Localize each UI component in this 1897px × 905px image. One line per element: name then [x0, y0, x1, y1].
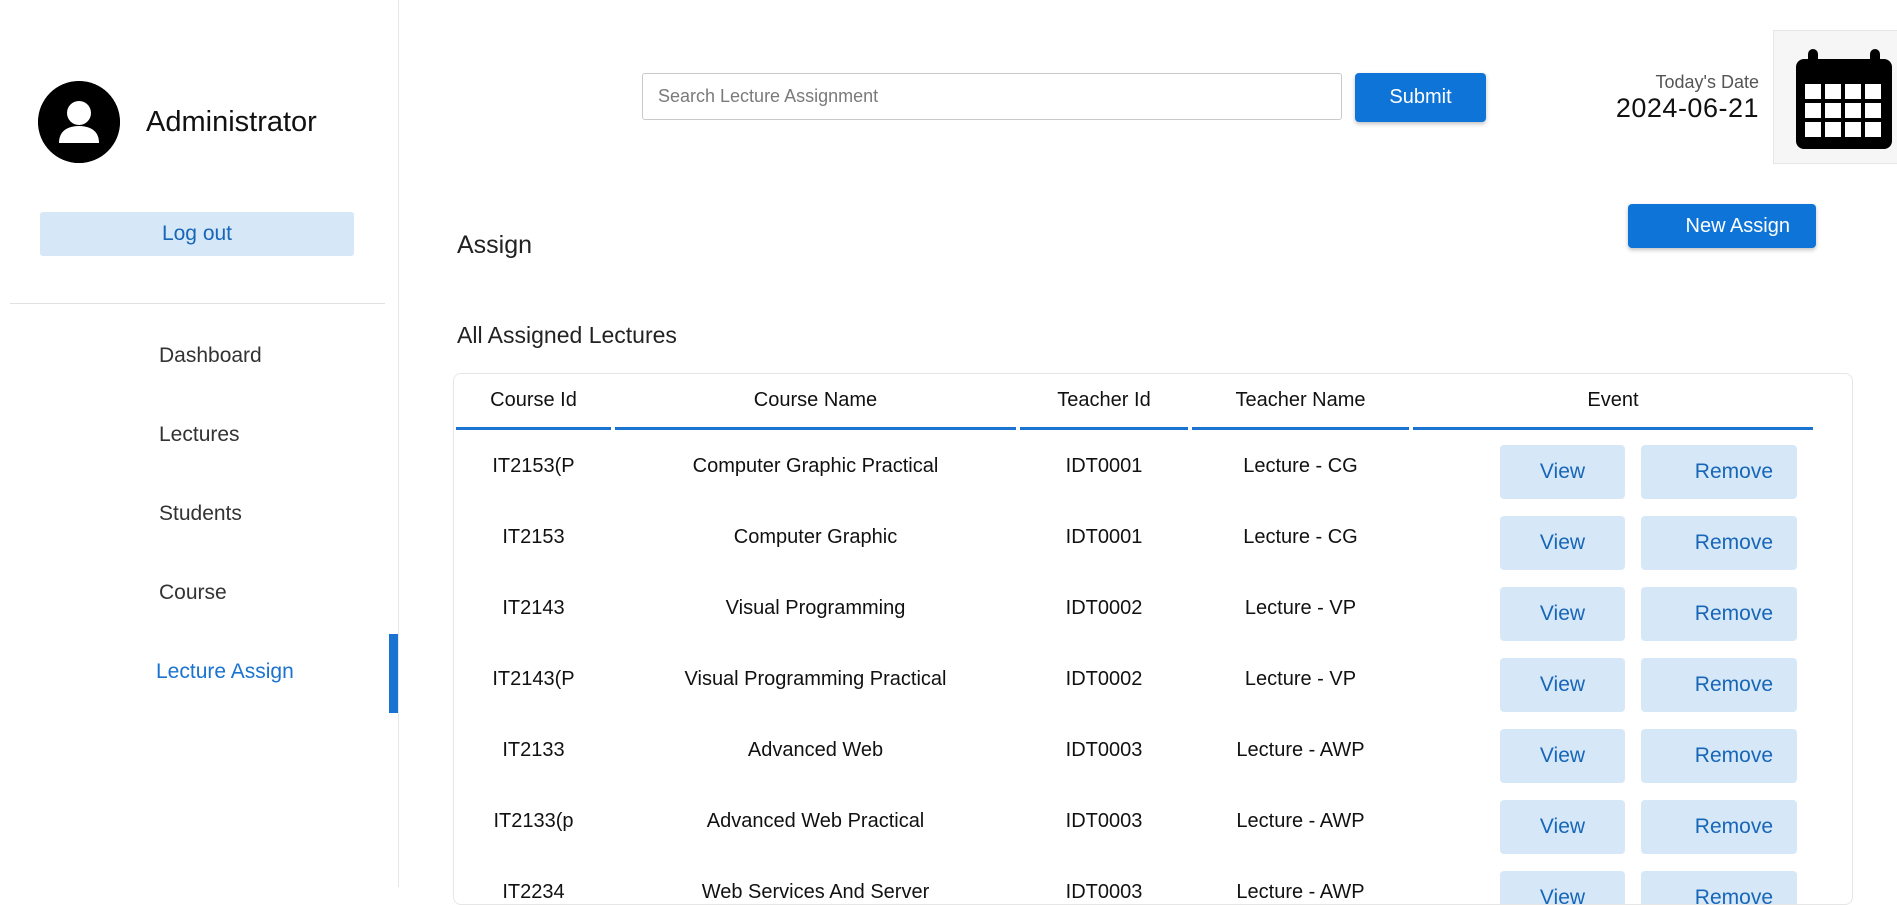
date-label: Today's Date	[1655, 72, 1760, 92]
remove-button[interactable]: Remove	[1641, 587, 1797, 641]
table-row: IT2143 Visual Programming IDT0002 Lectur…	[454, 573, 1852, 644]
cell-teacher-id: IDT0002	[1065, 668, 1143, 690]
view-button[interactable]: View	[1500, 729, 1625, 783]
table-row: IT2153(P Computer Graphic Practical IDT0…	[454, 431, 1852, 502]
column-header-teacher-name: Teacher Name	[1192, 374, 1409, 430]
cell-teacher-name: Lecture - AWP	[1236, 810, 1365, 832]
column-header-teacher-id: Teacher Id	[1020, 374, 1188, 430]
cell-course-name: Visual Programming Practical	[684, 668, 947, 690]
table-row: IT2143(P Visual Programming Practical ID…	[454, 644, 1852, 715]
cell-course-name: Advanced Web	[747, 739, 884, 761]
cell-course-name: Web Services And Server	[701, 881, 930, 903]
table-row: IT2133(p Advanced Web Practical IDT0003 …	[454, 786, 1852, 857]
search-input[interactable]	[642, 73, 1342, 120]
view-button[interactable]: View	[1500, 800, 1625, 854]
user-role: Administrator	[146, 106, 317, 138]
column-header-course-id: Course Id	[456, 374, 611, 430]
sidebar-item-students[interactable]: Students	[159, 502, 242, 526]
assigned-lectures-table: Course Id Course Name Teacher Id Teacher…	[453, 373, 1853, 905]
table-row: IT2153 Computer Graphic IDT0001 Lecture …	[454, 502, 1852, 573]
cell-course-name: Visual Programming	[725, 597, 906, 619]
cell-teacher-name: Lecture - CG	[1243, 455, 1358, 477]
user-avatar-icon	[38, 81, 120, 163]
column-header-course-name: Course Name	[615, 374, 1016, 430]
cell-teacher-name: Lecture - AWP	[1236, 881, 1365, 903]
table-row: IT2133 Advanced Web IDT0003 Lecture - AW…	[454, 715, 1852, 786]
view-button[interactable]: View	[1500, 658, 1625, 712]
cell-course-id: IT2153(P	[492, 455, 575, 477]
cell-course-id: IT2143	[502, 597, 565, 619]
remove-button[interactable]: Remove	[1641, 516, 1797, 570]
submit-button[interactable]: Submit	[1355, 73, 1486, 122]
date-value: 2024-06-21	[1615, 93, 1759, 123]
cell-course-id: IT2133	[502, 739, 565, 761]
cell-teacher-id: IDT0001	[1065, 526, 1143, 548]
table-header: Course Id Course Name Teacher Id Teacher…	[454, 374, 1852, 430]
cell-teacher-id: IDT0003	[1065, 739, 1143, 761]
sidebar-item-dashboard[interactable]: Dashboard	[159, 344, 262, 368]
cell-teacher-id: IDT0003	[1065, 810, 1143, 832]
view-button[interactable]: View	[1500, 871, 1625, 904]
remove-button[interactable]: Remove	[1641, 445, 1797, 499]
remove-button[interactable]: Remove	[1641, 658, 1797, 712]
page-title: Assign	[457, 231, 533, 259]
cell-course-name: Computer Graphic	[733, 526, 898, 548]
sidebar-item-lectures[interactable]: Lectures	[159, 423, 240, 447]
cell-teacher-name: Lecture - AWP	[1236, 739, 1365, 761]
cell-teacher-name: Lecture - VP	[1244, 597, 1357, 619]
remove-button[interactable]: Remove	[1641, 729, 1797, 783]
sidebar-divider	[10, 303, 385, 304]
table-row: IT2234 Web Services And Server IDT0003 L…	[454, 857, 1852, 904]
section-title: All Assigned Lectures	[457, 322, 677, 348]
new-assign-button[interactable]: New Assign	[1628, 204, 1816, 248]
sidebar-item-course[interactable]: Course	[159, 581, 227, 605]
calendar-widget[interactable]	[1773, 30, 1897, 164]
active-nav-indicator	[389, 634, 398, 713]
cell-teacher-id: IDT0001	[1065, 455, 1143, 477]
cell-teacher-id: IDT0003	[1065, 881, 1143, 903]
remove-button[interactable]: Remove	[1641, 871, 1797, 904]
logout-button[interactable]: Log out	[40, 212, 354, 256]
view-button[interactable]: View	[1500, 445, 1625, 499]
cell-course-id: IT2234	[502, 881, 565, 903]
column-header-event: Event	[1413, 374, 1813, 430]
sidebar: Administrator Log out Dashboard Lectures…	[0, 0, 399, 887]
view-button[interactable]: View	[1500, 587, 1625, 641]
cell-course-name: Advanced Web Practical	[706, 810, 925, 832]
cell-course-id: IT2153	[502, 526, 565, 548]
cell-teacher-name: Lecture - VP	[1244, 668, 1357, 690]
cell-course-id: IT2143(P	[492, 668, 575, 690]
calendar-icon	[1796, 49, 1892, 149]
view-button[interactable]: View	[1500, 516, 1625, 570]
cell-teacher-name: Lecture - CG	[1243, 526, 1358, 548]
cell-course-id: IT2133(p	[493, 810, 574, 832]
sidebar-item-lecture-assign[interactable]: Lecture Assign	[156, 660, 294, 684]
cell-course-name: Computer Graphic Practical	[692, 455, 939, 477]
remove-button[interactable]: Remove	[1641, 800, 1797, 854]
cell-teacher-id: IDT0002	[1065, 597, 1143, 619]
